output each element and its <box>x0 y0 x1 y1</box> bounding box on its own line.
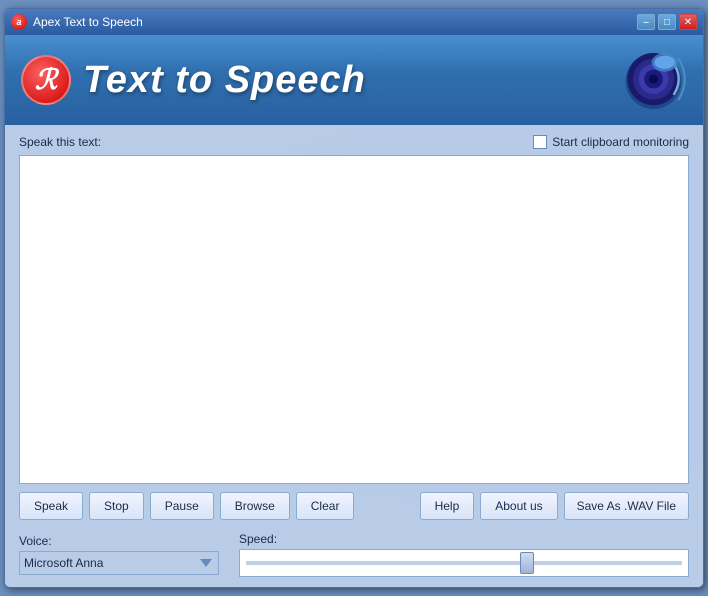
clipboard-row: Start clipboard monitoring <box>533 135 689 149</box>
bottom-row: Voice: Microsoft Anna Microsoft Sam Micr… <box>19 528 689 579</box>
clipboard-checkbox[interactable] <box>533 135 547 149</box>
window-controls: – □ ✕ <box>637 14 697 30</box>
close-button[interactable]: ✕ <box>679 14 697 30</box>
speed-label: Speed: <box>239 532 689 546</box>
stop-button[interactable]: Stop <box>89 492 144 520</box>
about-button[interactable]: About us <box>480 492 557 520</box>
top-controls: Speak this text: Start clipboard monitor… <box>19 135 689 149</box>
maximize-button[interactable]: □ <box>658 14 676 30</box>
help-button[interactable]: Help <box>420 492 475 520</box>
speech-text-input[interactable] <box>20 156 688 483</box>
content-area: Speak this text: Start clipboard monitor… <box>5 125 703 587</box>
header-title: Text to Speech <box>83 59 366 102</box>
title-bar: a Apex Text to Speech – □ ✕ <box>5 9 703 35</box>
header-banner: ℛ Text to Speech <box>5 35 703 125</box>
speak-label: Speak this text: <box>19 135 101 149</box>
buttons-row: Speak Stop Pause Browse Clear Help About… <box>19 490 689 522</box>
speed-slider-container <box>239 549 689 577</box>
header-logo: ℛ <box>21 55 71 105</box>
minimize-button[interactable]: – <box>637 14 655 30</box>
text-area-wrapper <box>19 155 689 484</box>
speak-button[interactable]: Speak <box>19 492 83 520</box>
speed-section: Speed: <box>239 532 689 577</box>
voice-select[interactable]: Microsoft Anna Microsoft Sam Microsoft M… <box>19 551 219 575</box>
voice-label: Voice: <box>19 534 219 548</box>
main-window: a Apex Text to Speech – □ ✕ ℛ Text to Sp… <box>4 8 704 588</box>
speaker-icon <box>613 43 693 118</box>
pause-button[interactable]: Pause <box>150 492 214 520</box>
app-icon: a <box>11 14 27 30</box>
clipboard-label: Start clipboard monitoring <box>552 135 689 149</box>
browse-button[interactable]: Browse <box>220 492 290 520</box>
voice-section: Voice: Microsoft Anna Microsoft Sam Micr… <box>19 534 219 575</box>
clear-button[interactable]: Clear <box>296 492 355 520</box>
speed-slider[interactable] <box>246 561 682 565</box>
save-wav-button[interactable]: Save As .WAV File <box>564 492 689 520</box>
window-title: Apex Text to Speech <box>33 15 143 29</box>
title-bar-left: a Apex Text to Speech <box>11 14 143 30</box>
